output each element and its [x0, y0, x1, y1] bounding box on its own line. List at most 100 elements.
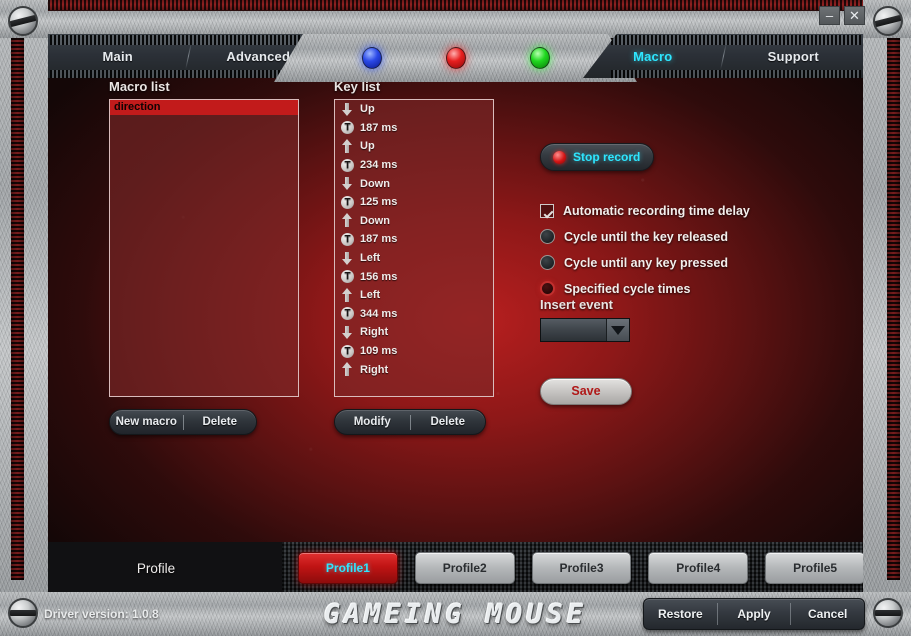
apply-button[interactable]: Apply	[718, 607, 791, 621]
profile-button-5[interactable]: Profile5	[765, 552, 865, 584]
option-automatic-recording-delay[interactable]: Automatic recording time delay	[540, 204, 750, 218]
key-item-label: 125 ms	[360, 196, 398, 209]
time-icon: T	[341, 232, 354, 246]
radio-icon[interactable]	[540, 255, 555, 270]
macro-list[interactable]: direction	[109, 99, 299, 397]
option-cycle-until-key-released[interactable]: Cycle until the key released	[540, 229, 728, 244]
key-item-label: Down	[360, 214, 390, 227]
tab-main[interactable]: Main	[48, 49, 188, 64]
profile-button-1[interactable]: Profile1	[298, 552, 398, 584]
list-item[interactable]: T 234 ms	[335, 156, 493, 175]
delete-macro-button[interactable]: Delete	[184, 416, 257, 428]
close-button[interactable]: ✕	[844, 6, 865, 25]
stop-record-button[interactable]: Stop record	[540, 143, 654, 171]
restore-button[interactable]: Restore	[644, 607, 717, 621]
list-item[interactable]: T 187 ms	[335, 119, 493, 138]
list-item[interactable]: Up	[335, 137, 493, 156]
key-item-label: 109 ms	[360, 345, 398, 358]
list-item[interactable]: T 109 ms	[335, 342, 493, 361]
left-frame-rail	[0, 0, 48, 636]
record-dot-icon	[553, 150, 566, 164]
list-item[interactable]: Down	[335, 174, 493, 193]
screw-icon	[8, 6, 38, 36]
key-item-label: 344 ms	[360, 307, 398, 320]
screw-icon	[8, 598, 38, 628]
key-item-label: 187 ms	[360, 233, 398, 246]
profile-buttons: Profile1 Profile2 Profile3 Profile4 Prof…	[282, 552, 881, 584]
time-icon: T	[341, 307, 354, 321]
chevron-down-icon[interactable]	[606, 319, 629, 341]
key-item-label: Left	[360, 289, 381, 302]
status-bar: Driver version: 1.0.8 GAMEING MOUSE Rest…	[0, 592, 911, 636]
option-label: Automatic recording time delay	[563, 204, 750, 218]
time-icon: T	[341, 195, 354, 209]
macro-page-content: Macro list direction New macro Delete Ke…	[30, 78, 881, 542]
stop-record-label: Stop record	[573, 150, 641, 164]
modify-key-button[interactable]: Modify	[335, 416, 410, 428]
action-buttons: Restore Apply Cancel	[643, 598, 865, 630]
tab-macro[interactable]: Macro	[583, 49, 723, 64]
list-item[interactable]: Right	[335, 323, 493, 342]
key-item-label: Up	[360, 103, 375, 116]
tab-support[interactable]: Support	[724, 49, 864, 64]
list-item[interactable]: T 344 ms	[335, 305, 493, 324]
time-icon: T	[341, 344, 354, 358]
arrow-down-icon	[341, 102, 354, 117]
key-list[interactable]: Up T 187 ms Up T 234 ms Down T 125 ms Down …	[334, 99, 494, 397]
profile-bar: Profile Profile1 Profile2 Profile3 Profi…	[30, 542, 881, 594]
led-blue-icon[interactable]	[361, 47, 382, 69]
arrow-up-icon	[341, 362, 354, 377]
key-item-label: 187 ms	[360, 121, 398, 134]
list-item[interactable]: T 187 ms	[335, 230, 493, 249]
key-item-label: Left	[360, 252, 381, 265]
list-item[interactable]: Up	[335, 100, 493, 119]
list-item[interactable]: T 156 ms	[335, 267, 493, 286]
list-item[interactable]: Down	[335, 212, 493, 231]
insert-event-title: Insert event	[540, 297, 613, 312]
radio-icon[interactable]	[540, 281, 555, 296]
left-vent-strip	[11, 18, 24, 580]
tab-group-right: Macro Support	[583, 34, 863, 78]
insert-event-select[interactable]	[540, 318, 630, 342]
checkbox-icon[interactable]	[540, 204, 554, 218]
key-item-label: 234 ms	[360, 159, 398, 172]
time-icon: T	[341, 121, 354, 135]
list-item[interactable]: Left	[335, 249, 493, 268]
radio-icon[interactable]	[540, 229, 555, 244]
arrow-down-icon	[341, 251, 354, 266]
key-item-label: Up	[360, 140, 375, 153]
save-button[interactable]: Save	[540, 378, 632, 405]
key-item-label: Right	[360, 363, 389, 376]
insert-event-value	[541, 319, 606, 341]
cancel-button[interactable]: Cancel	[791, 607, 864, 621]
option-label: Cycle until any key pressed	[564, 255, 728, 270]
list-item[interactable]: Left	[335, 286, 493, 305]
new-macro-button[interactable]: New macro	[110, 416, 183, 428]
list-item[interactable]: Right	[335, 360, 493, 379]
delete-key-button[interactable]: Delete	[411, 416, 486, 428]
led-green-icon[interactable]	[529, 47, 550, 69]
perforation-texture	[50, 35, 300, 45]
profile-button-3[interactable]: Profile3	[531, 552, 632, 584]
arrow-down-icon	[341, 325, 354, 340]
arrow-up-icon	[341, 213, 354, 228]
key-item-label: 156 ms	[360, 270, 398, 283]
option-specified-cycle-times[interactable]: Specified cycle times	[540, 281, 690, 296]
minimize-button[interactable]: –	[819, 6, 840, 25]
led-red-icon[interactable]	[445, 47, 466, 69]
application-window: – ✕ Main Advanced Macro Support Macro li…	[0, 0, 911, 636]
macro-list-buttons: New macro Delete	[109, 409, 257, 435]
option-cycle-until-any-key-pressed[interactable]: Cycle until any key pressed	[540, 255, 728, 270]
right-vent-strip	[887, 18, 900, 580]
list-item[interactable]: direction	[110, 100, 298, 115]
led-indicator-plate	[274, 34, 637, 82]
option-label: Cycle until the key released	[564, 229, 728, 244]
profile-button-4[interactable]: Profile4	[648, 552, 749, 584]
arrow-up-icon	[341, 287, 354, 303]
list-item[interactable]: T 125 ms	[335, 193, 493, 212]
profile-button-2[interactable]: Profile2	[414, 552, 515, 584]
top-red-strip	[48, 0, 863, 11]
screw-icon	[873, 598, 903, 628]
key-list-buttons: Modify Delete	[334, 409, 486, 435]
screw-icon	[873, 6, 903, 36]
